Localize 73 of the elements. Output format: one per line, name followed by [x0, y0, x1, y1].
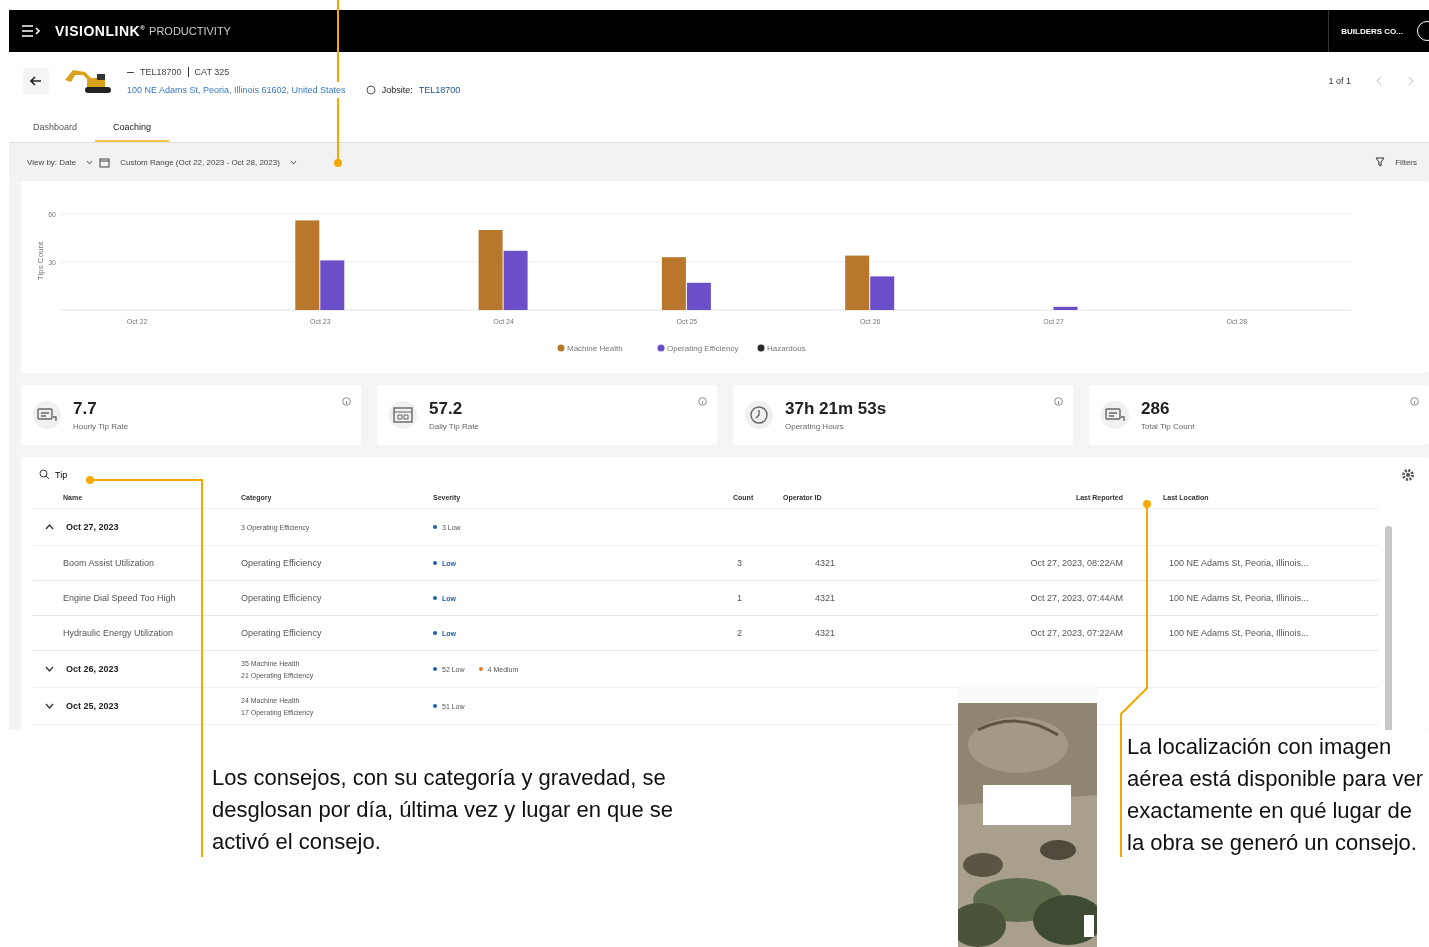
jobsite-name: TEL18700 — [418, 85, 461, 95]
bar — [503, 250, 528, 310]
chevron-icon[interactable] — [45, 703, 54, 709]
info-icon[interactable] — [1054, 397, 1063, 406]
location-link[interactable]: 100 NE Adams St, Peoria, Illinois... — [1159, 558, 1369, 568]
settings-icon[interactable] — [1401, 467, 1415, 482]
axis-title: Tips Count — [36, 241, 45, 281]
asset-id: TEL18700 — [140, 67, 182, 77]
table-cell-text: 1 — [736, 593, 743, 603]
stat-label: Total Tip Count — [1141, 422, 1195, 431]
stat-value: 286 — [1141, 399, 1171, 419]
jobsite-label: Jobsite: — [381, 85, 413, 95]
stat-label: Daily Tip Rate — [429, 422, 479, 431]
back-arrow-icon — [30, 76, 42, 86]
location-link[interactable]: 100 NE Adams St, Peoria, Illinois... — [1159, 628, 1369, 638]
annotation-text: La localización con imagen aérea está disponible para ver exactamente en qué lugar de la obra se generó un consejo. — [1127, 733, 1424, 857]
stat-label: Hourly Tip Rate — [73, 422, 129, 431]
annotation-text: Los consejos, con su categoría y gravedad, se desglosan por día, última vez y lugar en que se activó el consejo. — [212, 764, 675, 856]
legend-label: Machine Health — [567, 344, 623, 353]
menu-icon[interactable] — [21, 24, 41, 38]
table-cell-text: 2 — [736, 628, 743, 638]
info-icon[interactable] — [342, 397, 351, 406]
table-cell-text: Operating Efficiency — [240, 593, 323, 603]
calendar-icon — [393, 407, 413, 423]
filter-icon — [1375, 157, 1386, 167]
tab[interactable]: Dashboard — [15, 122, 96, 142]
table-cell-text: Boom Assist Utilization — [62, 558, 156, 568]
view-by-dropdown[interactable]: View by: Date — [23, 157, 81, 167]
chevron-icon[interactable] — [45, 524, 54, 530]
location-link[interactable]: 100 NE Adams St, Peoria, Illinois... — [1159, 593, 1369, 603]
table-cell-text: Hydraulic Energy Utilization — [62, 628, 175, 638]
address-link[interactable]: 100 NE Adams St, Peoria, Illinois 61602, United States — [127, 85, 346, 95]
clock-icon — [749, 405, 769, 425]
calendar-icon — [99, 156, 111, 168]
caret-icon — [289, 159, 297, 165]
table-cell-text: Operating Efficiency — [240, 628, 323, 638]
legend-label: Hazardous — [767, 344, 806, 353]
stat-value: 57.2 — [429, 399, 464, 419]
table-cell-text: Oct 27, 2023, 08:22AM — [1029, 558, 1124, 568]
search-icon — [39, 469, 50, 480]
table-cell-text: Engine Dial Speed Too High — [62, 593, 177, 603]
date-range-dropdown[interactable]: Custom Range (Oct 22, 2023 - Oct 28, 2023) — [116, 157, 284, 167]
stat-value: 7.7 — [73, 399, 98, 419]
back-button[interactable] — [23, 68, 49, 94]
product-name: PRODUCTIVITY — [149, 25, 231, 37]
brand-logo: VISIONLINK$^{®}$ — [55, 23, 146, 39]
stat-value: 37h 21m 53s — [785, 399, 887, 419]
bar — [1053, 306, 1078, 310]
dash-icon — [127, 71, 134, 73]
table-cell-text: 4321 — [814, 593, 837, 603]
chevron-icon[interactable] — [45, 666, 54, 672]
legend-label: Operating Efficiency — [667, 344, 739, 353]
info-icon[interactable] — [1410, 397, 1419, 406]
caret-icon — [86, 159, 94, 165]
table-cell-text: Oct 27, 2023, 07:44AM — [1029, 593, 1124, 603]
group-date: Oct 26, 2023 — [66, 664, 119, 674]
group-date: Oct 25, 2023 — [66, 701, 119, 711]
group-date: Oct 27, 2023 — [66, 522, 119, 532]
table-cell-text: Operating Efficiency — [240, 558, 323, 568]
scrollbar[interactable] — [1385, 526, 1392, 730]
table-cell-text: 3 — [736, 558, 743, 568]
asset-model: CAT 325 — [194, 67, 230, 77]
jobsite-icon — [365, 85, 376, 95]
filters-button[interactable]: Filters — [1391, 157, 1421, 167]
table-cell-text: 4321 — [814, 558, 837, 568]
message-icon — [37, 407, 57, 423]
info-icon[interactable] — [698, 397, 707, 406]
stat-label: Operating Hours — [785, 422, 845, 431]
account-name[interactable]: BUILDERS CO... — [1328, 10, 1403, 52]
table-cell-text: 4321 — [814, 628, 837, 638]
pager-text: 1 of 1 — [1328, 76, 1351, 86]
message-icon — [1105, 407, 1125, 423]
table-cell-text: Oct 27, 2023, 07:22AM — [1029, 628, 1124, 638]
